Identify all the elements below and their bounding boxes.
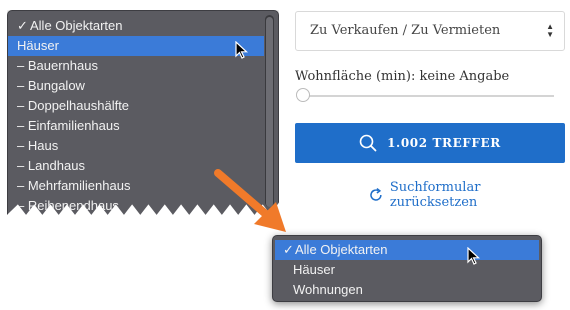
- refresh-icon: [370, 187, 382, 201]
- menu-item-label: – Doppelhaushälfte: [17, 98, 130, 113]
- menu-item-haus[interactable]: – Haus: [8, 136, 278, 156]
- menu-item-label: – Bauernhaus: [17, 58, 98, 73]
- menu-item-label: Häuser: [293, 262, 335, 277]
- annotation-arrow-icon: [214, 169, 286, 232]
- menu-item-einfamilienhaus[interactable]: – Einfamilienhaus: [8, 116, 278, 136]
- living-area-label: Wohnfläche (min): keine Angabe: [295, 69, 510, 84]
- menu-item-label: Wohnungen: [293, 282, 363, 297]
- menu-item-alle-objektarten[interactable]: ✓Alle Objektarten: [8, 16, 278, 36]
- mouse-cursor-icon: [235, 41, 249, 59]
- menu-item-label: Alle Objektarten: [30, 18, 123, 33]
- property-type-dropdown-list-simplified[interactable]: ✓Alle Objektarten Häuser Wohnungen: [272, 235, 542, 302]
- menu-item-haeuser[interactable]: Häuser: [8, 36, 264, 56]
- living-area-slider-track[interactable]: [300, 95, 554, 97]
- check-icon: ✓: [283, 242, 294, 257]
- mouse-cursor-icon: [467, 247, 481, 265]
- offer-type-select[interactable]: Zu Verkaufen / Zu Vermieten ▲ ▼: [295, 11, 565, 51]
- menu-item-label: – Reihenendhaus: [17, 198, 119, 213]
- menu-item-label: – Haus: [17, 138, 59, 153]
- menu-item-label: – Einfamilienhaus: [17, 118, 120, 133]
- offer-type-select-value: Zu Verkaufen / Zu Vermieten: [310, 23, 501, 38]
- menu-item-label: – Bungalow: [17, 78, 85, 93]
- menu-item-haeuser[interactable]: Häuser: [273, 260, 541, 280]
- results-count-label: 1.002 TREFFER: [387, 136, 501, 150]
- menu-item-label: Häuser: [17, 38, 59, 53]
- reset-search-label: Suchformular zurücksetzen: [389, 180, 481, 210]
- menu-item-doppelhaushaelfte[interactable]: – Doppelhaushälfte: [8, 96, 278, 116]
- reset-search-link[interactable]: Suchformular zurücksetzen: [368, 180, 570, 210]
- select-updown-icon: ▲ ▼: [546, 22, 554, 39]
- search-icon: [359, 134, 377, 152]
- menu-item-label: – Mehrfamilienhaus: [17, 178, 131, 193]
- menu-item-alle-objektarten[interactable]: ✓Alle Objektarten: [275, 240, 539, 260]
- show-results-button[interactable]: 1.002 TREFFER: [295, 123, 565, 163]
- living-area-slider-handle[interactable]: [296, 88, 310, 102]
- menu-item-bungalow[interactable]: – Bungalow: [8, 76, 278, 96]
- menu-item-label: Alle Objektarten: [295, 242, 388, 257]
- menu-item-label: – Landhaus: [17, 158, 85, 173]
- check-icon: ✓: [17, 18, 28, 33]
- menu-item-wohnungen[interactable]: Wohnungen: [273, 280, 541, 300]
